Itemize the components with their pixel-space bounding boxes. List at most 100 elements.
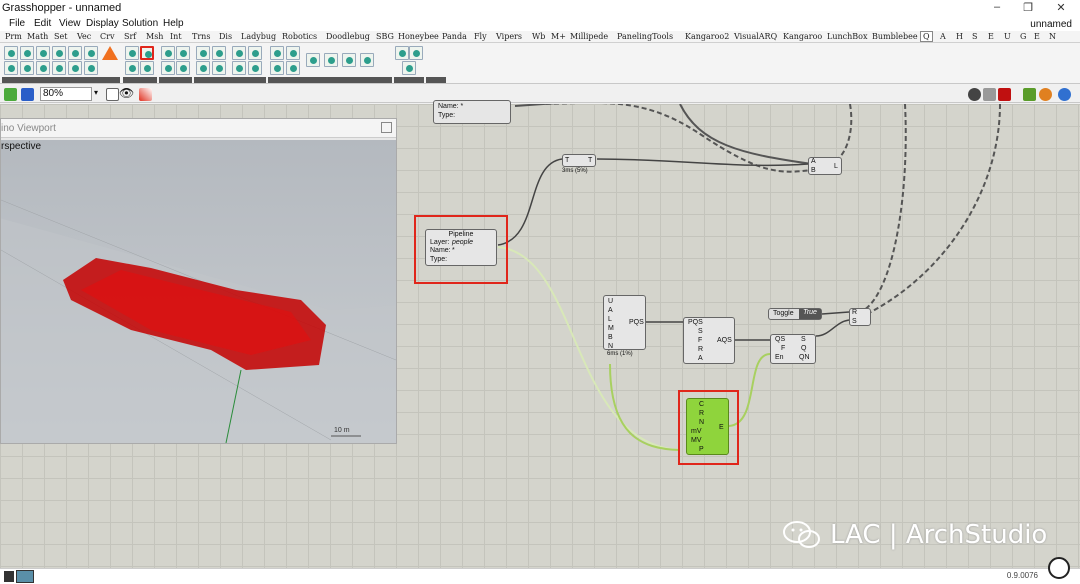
agent-rule-icon[interactable] [20, 46, 34, 60]
tab-curve[interactable]: Crv [100, 32, 114, 41]
particle-rule-icon[interactable] [232, 46, 246, 60]
agent-rule-icon[interactable] [68, 46, 82, 60]
tab-sets[interactable]: Set [54, 32, 67, 41]
tab-doodlebug[interactable]: Doodlebug [326, 32, 370, 41]
settings-icon[interactable] [125, 61, 139, 75]
zoom-field[interactable]: 80% [40, 87, 92, 101]
tab-math[interactable]: Math [27, 32, 48, 41]
engine-icon[interactable] [270, 46, 284, 60]
tab-e2[interactable]: E [1034, 32, 1040, 41]
minimize-button[interactable]: – [982, 1, 1012, 13]
close-button[interactable]: ✕ [1046, 1, 1076, 14]
tab-a[interactable]: A [940, 32, 946, 41]
tab-fly[interactable]: Fly [474, 32, 487, 41]
tab-kangaroo2[interactable]: Kangaroo2 [685, 32, 729, 41]
tab-params[interactable]: Prm [5, 32, 22, 41]
pqs-component[interactable]: U A L M B N PQS [603, 295, 646, 350]
grasshopper-canvas[interactable]: Name: * Type: Pipeline Layer: people Nam… [0, 100, 1080, 568]
tab-vector[interactable]: Vec [77, 32, 91, 41]
ab-component[interactable]: A B L [808, 157, 842, 175]
menu-solution[interactable]: Solution [122, 18, 158, 29]
tab-s[interactable]: S [972, 32, 977, 41]
tab-panda[interactable]: Panda [442, 32, 467, 41]
agent-rule-icon[interactable] [84, 46, 98, 60]
object-param-component[interactable]: Name: * Type: [433, 100, 511, 124]
agent-rule-icon[interactable] [36, 46, 50, 60]
tab-robotics[interactable]: Robotics [282, 32, 317, 41]
environment-icon[interactable] [161, 46, 175, 60]
tab-bumblebee[interactable]: Bumblebee [872, 32, 918, 41]
engine-icon[interactable] [324, 53, 338, 67]
pipeline-component[interactable]: Pipeline Layer: people Name: * Type: [425, 229, 497, 266]
tab-visualarq[interactable]: VisualARQ [734, 32, 777, 41]
engine-icon[interactable] [286, 46, 300, 60]
save-file-icon[interactable] [21, 88, 34, 101]
boolean-toggle[interactable]: Toggle True [768, 308, 822, 320]
engine-icon[interactable] [360, 53, 374, 67]
flag-icon[interactable] [102, 46, 118, 60]
sketch-icon[interactable] [139, 88, 152, 101]
tab-ladybug[interactable]: Ladybug [241, 32, 276, 41]
environment-icon[interactable] [176, 46, 190, 60]
scroll-button[interactable] [1048, 557, 1070, 579]
menu-view[interactable]: View [59, 18, 81, 29]
tab-g[interactable]: G [1020, 32, 1026, 41]
preview-wire-icon[interactable] [983, 88, 996, 101]
agent-rule-icon[interactable] [4, 61, 18, 75]
tab-mplus[interactable]: M+ [551, 32, 566, 41]
settings-icon[interactable] [125, 46, 139, 60]
toggle-value[interactable]: True [799, 309, 821, 319]
agent-rule-icon[interactable] [52, 61, 66, 75]
menu-file[interactable]: File [9, 18, 25, 29]
tab-q[interactable]: Q [920, 31, 933, 42]
selected-settings-icon[interactable] [140, 46, 154, 60]
tab-transform[interactable]: Trns [192, 32, 210, 41]
engine-icon[interactable] [342, 53, 356, 67]
rhino-viewport-panel[interactable]: ino Viewport rspective 10 m [0, 118, 397, 444]
particle-rule-icon[interactable] [212, 61, 226, 75]
document-preview-icon[interactable] [1039, 88, 1052, 101]
particle-rule-icon[interactable] [196, 46, 210, 60]
tab-u[interactable]: U [1004, 32, 1011, 41]
engine-icon[interactable] [270, 61, 284, 75]
perspective-view[interactable]: rspective 10 m [1, 140, 396, 443]
particle-rule-icon[interactable] [248, 46, 262, 60]
highlighted-green-component[interactable]: C R N mV MV P E [686, 398, 729, 455]
tab-vipers[interactable]: Vipers [496, 32, 522, 41]
engine-icon[interactable] [306, 53, 320, 67]
tab-millipede[interactable]: Millipede [570, 32, 608, 41]
tab-wb[interactable]: Wb [532, 32, 545, 41]
autosave-icon[interactable] [16, 570, 34, 583]
preview-off-icon[interactable] [968, 88, 981, 101]
particle-rule-icon[interactable] [196, 61, 210, 75]
tab-h[interactable]: H [956, 32, 963, 41]
aqs-component[interactable]: PQS S F R A AQS [683, 317, 735, 364]
viewport-close-button[interactable] [381, 122, 392, 133]
tab-panelingtools[interactable]: PanelingTools [617, 32, 673, 41]
tab-surface[interactable]: Srf [124, 32, 136, 41]
agent-rule-icon[interactable] [68, 61, 82, 75]
engine-icon[interactable] [286, 61, 300, 75]
agent-rule-icon[interactable] [36, 61, 50, 75]
utility-icon[interactable] [409, 46, 423, 60]
tab-mesh[interactable]: Msh [146, 32, 163, 41]
tab-honeybee[interactable]: Honeybee [398, 32, 439, 41]
environment-icon[interactable] [161, 61, 175, 75]
qs-component[interactable]: QS F En S Q QN [770, 334, 816, 364]
tab-e[interactable]: E [988, 32, 994, 41]
maximize-button[interactable]: ❐ [1013, 1, 1043, 14]
open-file-icon[interactable] [4, 88, 17, 101]
agent-rule-icon[interactable] [20, 61, 34, 75]
tab-n[interactable]: N [1049, 32, 1056, 41]
agent-rule-icon[interactable] [84, 61, 98, 75]
menu-display[interactable]: Display [86, 18, 119, 29]
tab-display[interactable]: Dis [219, 32, 232, 41]
tab-intersect[interactable]: Int [170, 32, 182, 41]
solver-component[interactable]: R S [849, 308, 871, 326]
menu-help[interactable]: Help [163, 18, 184, 29]
tab-lunchbox[interactable]: LunchBox [827, 32, 867, 41]
agent-rule-icon[interactable] [4, 46, 18, 60]
preview-shaded-icon[interactable] [998, 88, 1011, 101]
rendering-icon[interactable] [1058, 88, 1071, 101]
menu-edit[interactable]: Edit [34, 18, 51, 29]
